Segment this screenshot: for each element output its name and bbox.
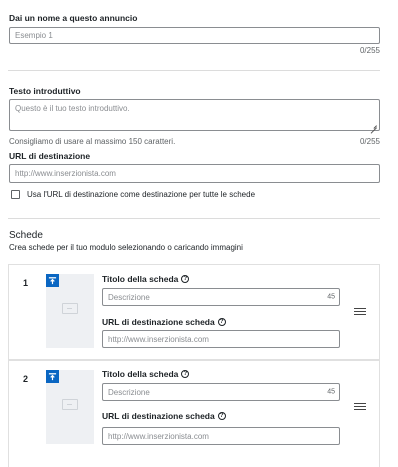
- cards-section-subtitle: Crea schede per il tuo modulo selezionan…: [9, 243, 243, 252]
- card-title-label: Titolo della scheda ?: [102, 369, 190, 379]
- section-divider: [8, 70, 380, 71]
- card-number: 2: [23, 374, 29, 384]
- card-title-label-text: Titolo della scheda: [102, 369, 179, 379]
- drag-handle-icon[interactable]: [354, 403, 366, 411]
- ad-name-label: Dai un nome a questo annuncio: [9, 13, 138, 23]
- help-icon[interactable]: ?: [181, 370, 190, 378]
- card-title-placeholder: Descrizione: [108, 387, 150, 397]
- card-url-placeholder: http://www.inserzionista.com: [108, 334, 209, 344]
- image-placeholder-icon: [62, 303, 78, 314]
- intro-text-hint: Consigliamo di usare al massimo 150 cara…: [9, 137, 176, 146]
- help-icon[interactable]: ?: [181, 275, 190, 283]
- destination-url-placeholder: http://www.inserzionista.com: [15, 169, 116, 178]
- intro-text-placeholder: Questo è il tuo testo introduttivo.: [15, 104, 130, 113]
- card-number: 1: [23, 278, 29, 288]
- card-title-label: Titolo della scheda ?: [102, 274, 190, 284]
- card-item: 2 Titolo della scheda ? Descrizione 45 U…: [8, 360, 380, 467]
- card-item: 1 Titolo della scheda ? Descrizione 45 U…: [8, 264, 380, 360]
- destination-url-input[interactable]: http://www.inserzionista.com: [9, 164, 380, 183]
- upload-icon[interactable]: [46, 274, 59, 287]
- card-url-placeholder: http://www.inserzionista.com: [108, 431, 209, 441]
- ad-name-input[interactable]: Esempio 1: [9, 27, 380, 44]
- card-url-input[interactable]: http://www.inserzionista.com: [102, 330, 340, 348]
- help-icon[interactable]: ?: [217, 318, 226, 326]
- use-url-all-cards-label: Usa l'URL di destinazione come destinazi…: [27, 190, 256, 199]
- ad-name-counter: 0/255: [359, 46, 380, 55]
- card-title-count: 45: [327, 293, 335, 301]
- intro-text-counter: 0/255: [359, 137, 380, 146]
- use-url-all-cards-checkbox[interactable]: [11, 190, 20, 199]
- upload-icon[interactable]: [46, 370, 59, 383]
- cards-section-title: Schede: [9, 230, 43, 241]
- card-title-count: 45: [327, 388, 335, 396]
- card-url-label-text: URL di destinazione scheda: [102, 411, 215, 421]
- intro-text-label: Testo introduttivo: [9, 86, 81, 96]
- card-url-label: URL di destinazione scheda ?: [102, 411, 226, 421]
- ad-name-placeholder: Esempio 1: [15, 31, 53, 40]
- section-divider: [8, 218, 380, 219]
- destination-url-label: URL di destinazione: [9, 151, 91, 161]
- intro-text-field[interactable]: Questo è il tuo testo introduttivo.: [9, 99, 380, 131]
- card-title-placeholder: Descrizione: [108, 292, 150, 302]
- card-url-input[interactable]: http://www.inserzionista.com: [102, 427, 340, 445]
- card-image-area[interactable]: [46, 274, 94, 348]
- drag-handle-icon[interactable]: [354, 308, 366, 316]
- card-title-input[interactable]: Descrizione 45: [102, 383, 340, 401]
- card-title-input[interactable]: Descrizione 45: [102, 288, 340, 306]
- help-icon[interactable]: ?: [217, 412, 226, 420]
- resize-handle-icon[interactable]: [371, 122, 377, 128]
- card-url-label-text: URL di destinazione scheda: [102, 317, 215, 327]
- card-url-label: URL di destinazione scheda ?: [102, 317, 226, 327]
- image-placeholder-icon: [62, 399, 78, 410]
- card-image-area[interactable]: [46, 370, 94, 444]
- card-title-label-text: Titolo della scheda: [102, 274, 179, 284]
